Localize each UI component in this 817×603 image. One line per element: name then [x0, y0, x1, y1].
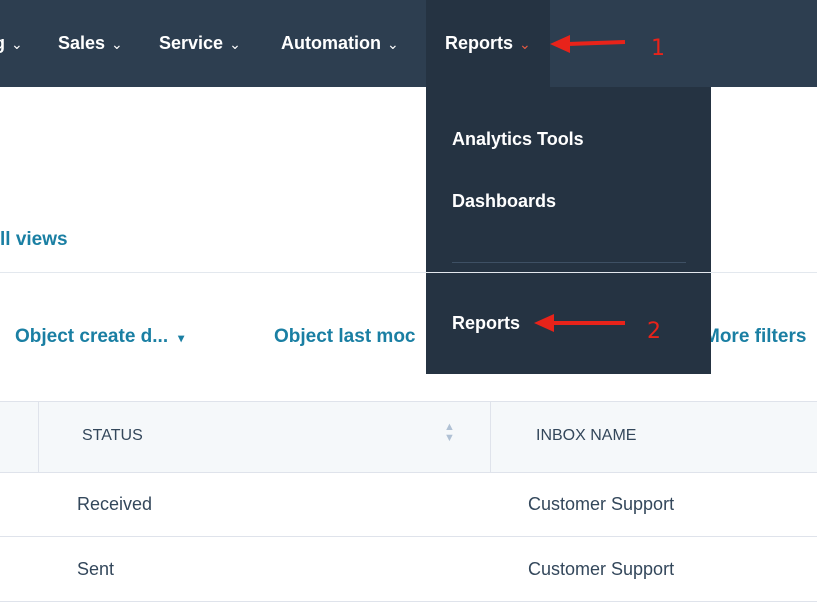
- arrow-1-icon: [550, 35, 626, 53]
- annotation-step-1: 1: [651, 36, 665, 61]
- arrow-2-icon: [534, 314, 625, 332]
- annotation-overlay: [534, 35, 626, 332]
- annotation-step-2: 2: [647, 319, 661, 344]
